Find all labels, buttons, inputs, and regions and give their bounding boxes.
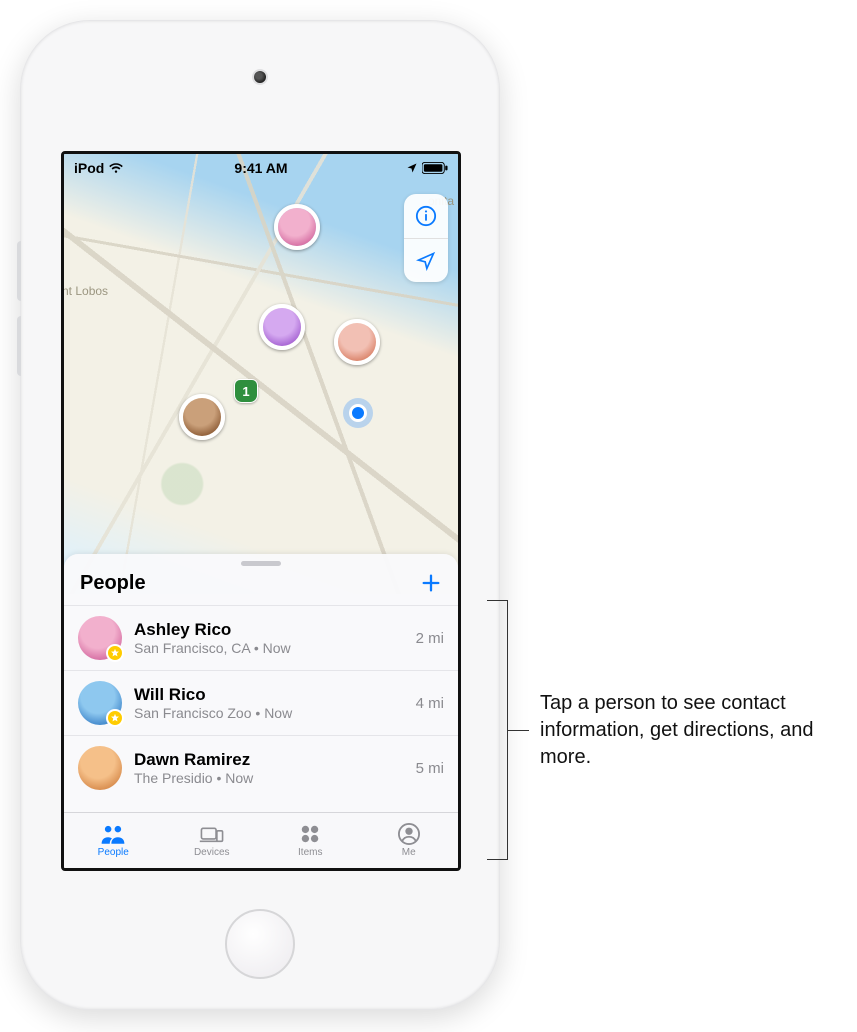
tab-label: Me: [402, 847, 416, 858]
tab-label: People: [98, 847, 129, 858]
person-subtitle: The Presidio • Now: [134, 770, 404, 786]
status-time: 9:41 AM: [234, 160, 287, 176]
map-view[interactable]: nt Lobos onita 1: [64, 154, 458, 594]
pin-friend-c[interactable]: [334, 319, 380, 365]
wifi-icon: [108, 162, 124, 174]
screen: nt Lobos onita 1: [61, 151, 461, 871]
pin-friend-b[interactable]: [259, 304, 305, 350]
person-name: Will Rico: [134, 685, 404, 705]
map-label-lobos: nt Lobos: [64, 284, 108, 298]
tab-label: Items: [298, 847, 322, 858]
status-bar: iPod 9:41 AM: [64, 154, 458, 182]
avatar: [78, 746, 122, 790]
callout-text: Tap a person to see contact information,…: [540, 690, 830, 771]
person-info: Dawn Ramirez The Presidio • Now: [134, 750, 404, 786]
locate-me-button[interactable]: [404, 238, 448, 282]
pin-will[interactable]: [179, 394, 225, 440]
callout-bracket: [487, 600, 527, 860]
location-services-icon: [406, 162, 418, 174]
current-location-dot: [349, 404, 367, 422]
tab-devices[interactable]: Devices: [163, 813, 262, 868]
tab-people[interactable]: People: [64, 813, 163, 868]
favorite-star-icon: [106, 644, 124, 662]
tab-bar: People Devices Items Me: [64, 812, 458, 868]
person-subtitle: San Francisco Zoo • Now: [134, 705, 404, 721]
pin-ashley[interactable]: [274, 204, 320, 250]
person-distance: 4 mi: [416, 695, 444, 712]
sheet-grabber[interactable]: [241, 561, 281, 566]
tab-me[interactable]: Me: [360, 813, 459, 868]
person-row[interactable]: Ashley Rico San Francisco, CA • Now 2 mi: [64, 606, 458, 671]
info-button[interactable]: [404, 194, 448, 238]
ipod-device-frame: nt Lobos onita 1: [20, 20, 500, 1010]
person-info: Will Rico San Francisco Zoo • Now: [134, 685, 404, 721]
person-row[interactable]: Dawn Ramirez The Presidio • Now 5 mi: [64, 736, 458, 800]
person-name: Ashley Rico: [134, 620, 404, 640]
highway-shield: 1: [234, 379, 258, 403]
battery-icon: [422, 162, 448, 174]
tab-items[interactable]: Items: [261, 813, 360, 868]
home-button[interactable]: [225, 909, 295, 979]
person-info: Ashley Rico San Francisco, CA • Now: [134, 620, 404, 656]
sheet-title: People: [80, 572, 146, 595]
front-camera: [252, 69, 268, 85]
sheet-header: People: [64, 570, 458, 605]
device-label: iPod: [74, 160, 104, 176]
add-person-button[interactable]: [420, 572, 442, 595]
favorite-star-icon: [106, 709, 124, 727]
map-controls: [404, 194, 448, 282]
tab-label: Devices: [194, 847, 230, 858]
people-sheet[interactable]: People Ashley Rico Sa: [64, 554, 458, 812]
avatar: [78, 616, 122, 660]
people-list: Ashley Rico San Francisco, CA • Now 2 mi: [64, 605, 458, 800]
person-distance: 2 mi: [416, 630, 444, 647]
avatar: [78, 681, 122, 725]
person-name: Dawn Ramirez: [134, 750, 404, 770]
person-subtitle: San Francisco, CA • Now: [134, 640, 404, 656]
person-distance: 5 mi: [416, 760, 444, 777]
person-row[interactable]: Will Rico San Francisco Zoo • Now 4 mi: [64, 671, 458, 736]
